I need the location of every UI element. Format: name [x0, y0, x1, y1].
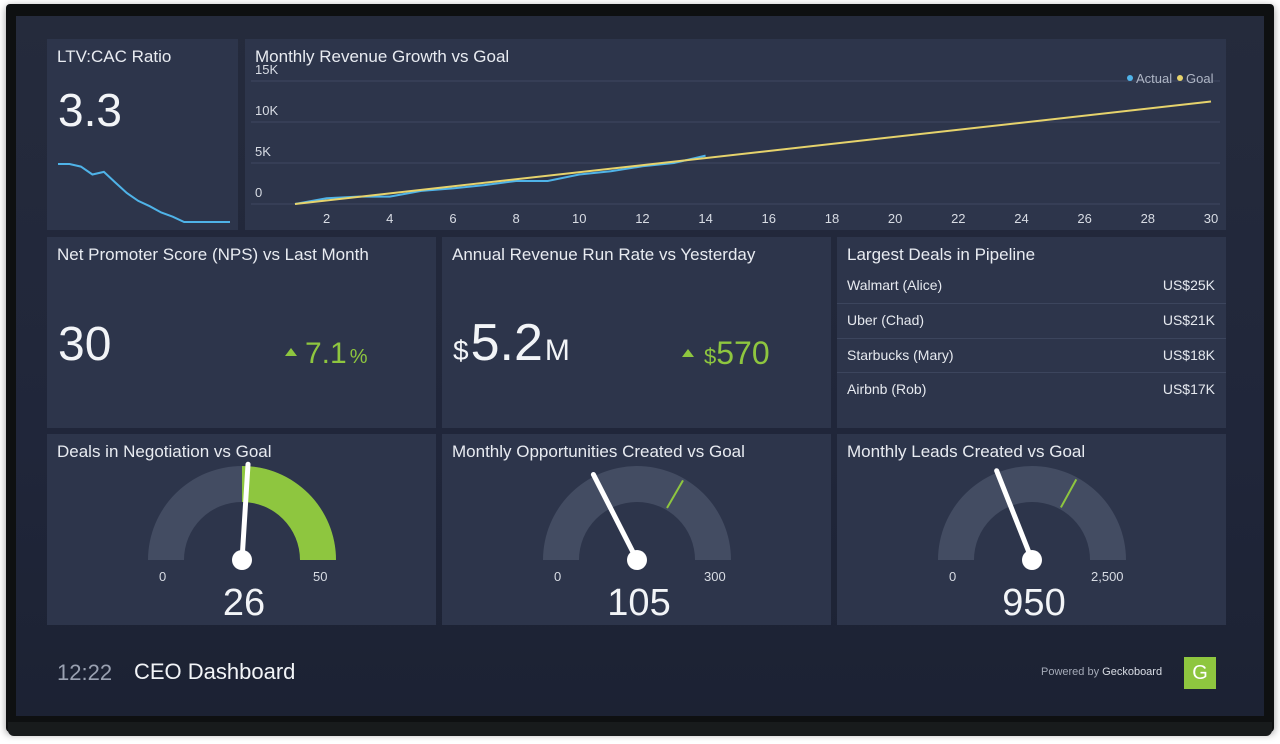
- leads-gauge-widget: Monthly Leads Created vs Goal 0 2,500 95…: [837, 434, 1226, 625]
- y-tick-label: 10K: [255, 103, 278, 118]
- x-tick-label: 20: [888, 211, 902, 226]
- up-triangle-icon: [682, 348, 694, 357]
- clock-time: 12:22: [57, 660, 113, 685]
- gauge-value: 950: [1002, 582, 1066, 624]
- nps-change-unit: %: [349, 346, 368, 368]
- geckoboard-logo: G: [1184, 657, 1216, 689]
- legend-actual-label: Actual: [1136, 71, 1172, 86]
- ltv-cac-widget: LTV:CAC Ratio 3.3: [47, 39, 238, 230]
- legend-actual-dot: [1127, 75, 1133, 81]
- widget-title: Largest Deals in Pipeline: [847, 245, 1036, 264]
- arr-change-value: 570: [716, 335, 770, 371]
- opportunities-gauge-widget: Monthly Opportunities Created vs Goal 0 …: [442, 434, 831, 625]
- ltv-sparkline: [58, 163, 230, 223]
- arr-change-currency: $: [704, 344, 717, 369]
- arr-value: $5.2M: [453, 313, 570, 373]
- deal-row: Uber (Chad) US$21K: [837, 303, 1226, 337]
- revenue-line-chart: 15K10K5K02 4 6 8 10 12 14 16 18 20 22 24 26 28 30Actua…: [251, 62, 1220, 226]
- x-tick-label: 8: [512, 211, 519, 226]
- deal-value: US$25K: [1162, 277, 1215, 293]
- widget-title: Net Promoter Score (NPS) vs Last Month: [57, 245, 369, 264]
- x-tick-label: 4: [386, 211, 393, 226]
- x-tick-label: 6: [449, 211, 456, 226]
- gauge-needle-hub: [627, 550, 647, 570]
- nps-change: 7.1%: [285, 337, 368, 371]
- revenue-chart-widget: Monthly Revenue Growth vs Goal 15K 10K 5K 0…: [245, 39, 1226, 230]
- gauge-track: [938, 466, 1126, 560]
- x-tick-label: 10: [572, 211, 586, 226]
- arr-change: $570: [682, 335, 770, 372]
- y-tick-label: 0: [255, 185, 262, 200]
- gauge-goal-fill: [242, 466, 336, 560]
- nps-change-value: 7.1: [305, 337, 347, 370]
- dashboard-screen: LTV:CAC Ratio 3.3 Monthly Revenue Growth…: [16, 16, 1264, 716]
- arr-currency: $: [453, 335, 469, 366]
- up-triangle-icon: [285, 348, 297, 357]
- x-tick-label: 30: [1204, 211, 1218, 226]
- deal-name: Airbnb (Rob): [847, 381, 927, 397]
- deal-row: Walmart (Alice) US$25K: [837, 269, 1226, 303]
- x-tick-label: 12: [635, 211, 649, 226]
- arr-number: 5.2: [470, 314, 543, 372]
- powered-by-brand: Geckoboard: [1102, 666, 1163, 678]
- dashboard-title: CEO Dashboard: [134, 659, 296, 684]
- widget-title: Annual Revenue Run Rate vs Yesterday: [452, 245, 756, 264]
- monitor-stand-edge: [8, 722, 1272, 736]
- gauge-needle-hub: [1022, 550, 1042, 570]
- y-tick-label: 15K: [255, 62, 278, 77]
- deals-negotiation-gauge-widget: Deals in Negotiation vs Goal 0 50 26: [47, 434, 436, 625]
- powered-by: Powered by Geckoboard: [1041, 666, 1162, 678]
- gauge-needle-hub: [232, 550, 252, 570]
- legend-goal-label: Goal: [1186, 71, 1214, 86]
- x-tick-label: 28: [1141, 211, 1155, 226]
- deal-name: Starbucks (Mary): [847, 347, 954, 363]
- x-tick-label: 2: [323, 211, 330, 226]
- deal-name: Uber (Chad): [847, 312, 925, 328]
- x-tick-label: 18: [825, 211, 839, 226]
- deal-value: US$21K: [1162, 312, 1215, 328]
- x-tick-label: 14: [698, 211, 712, 226]
- gauge-value: 105: [607, 582, 671, 624]
- x-tick-label: 22: [951, 211, 965, 226]
- nps-value: 30: [58, 318, 112, 371]
- deal-value: US$17K: [1162, 381, 1215, 397]
- legend-goal-dot: [1177, 75, 1183, 81]
- x-tick-label: 16: [762, 211, 776, 226]
- powered-by-prefix: Powered by: [1041, 666, 1100, 678]
- gauge-track: [543, 466, 731, 560]
- x-tick-label: 24: [1014, 211, 1028, 226]
- x-tick-label: 26: [1077, 211, 1091, 226]
- nps-widget: Net Promoter Score (NPS) vs Last Month 3…: [47, 237, 436, 428]
- deal-row: Starbucks (Mary) US$18K: [837, 338, 1226, 372]
- y-tick-label: 5K: [255, 144, 271, 159]
- series-line-goal: [294, 100, 1212, 205]
- arr-suffix: M: [544, 334, 570, 367]
- deals-widget: Largest Deals in Pipeline Walmart (Alice…: [837, 237, 1226, 428]
- gauge-value: 26: [222, 582, 266, 624]
- arr-widget: Annual Revenue Run Rate vs Yesterday $5.…: [442, 237, 831, 428]
- deal-value: US$18K: [1162, 347, 1215, 363]
- deal-name: Walmart (Alice): [847, 277, 943, 293]
- deal-row: Airbnb (Rob) US$17K: [837, 372, 1226, 406]
